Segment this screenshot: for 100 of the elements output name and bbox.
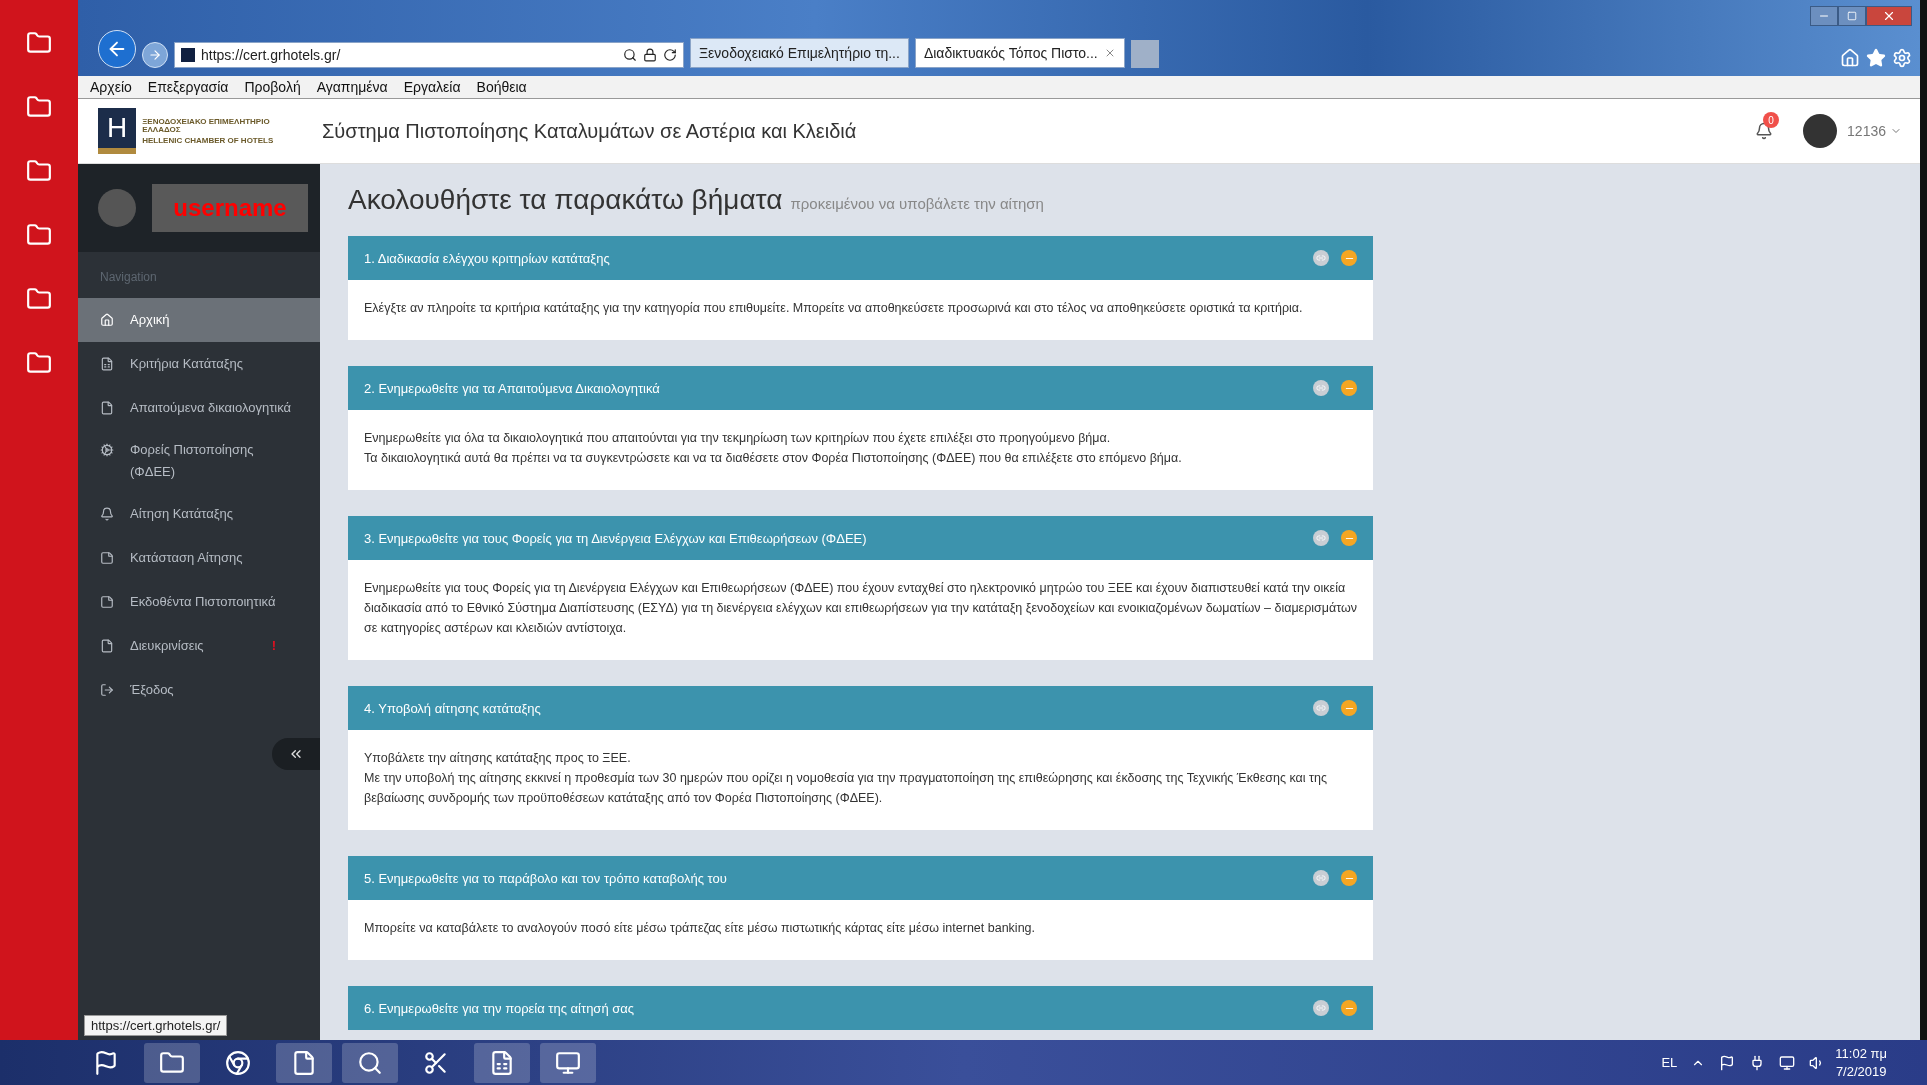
refresh-icon[interactable]	[663, 48, 677, 62]
maximize-button[interactable]	[1838, 6, 1866, 26]
user-menu[interactable]: 12136	[1847, 123, 1902, 139]
minus-icon[interactable]	[1341, 250, 1357, 266]
logo-text: ΞΕΝΟΔΟΧΕΙΑΚΟ ΕΠΙΜΕΛΗΤΗΡΙΟ ΕΛΛΑΔΟΣ	[142, 117, 271, 134]
link-icon[interactable]	[1313, 700, 1329, 716]
minus-icon[interactable]	[1341, 380, 1357, 396]
menu-item[interactable]: Αρχείο	[90, 79, 132, 95]
username-label: username	[152, 184, 308, 232]
notification-count: 0	[1763, 112, 1780, 128]
file-icon	[291, 1049, 317, 1076]
taskbar-button[interactable]	[474, 1042, 530, 1083]
maximize-icon	[1847, 11, 1857, 21]
new-tab-button[interactable]	[1130, 40, 1159, 68]
flag-icon	[93, 1049, 119, 1076]
close-button[interactable]	[1866, 6, 1912, 26]
nav-item[interactable]: Έξοδος	[78, 668, 320, 712]
browser-tab[interactable]: Ξενοδοχειακό Επιμελητήριο τη...	[690, 38, 909, 68]
panel-title: 6. Ενημερωθείτε για την πορεία της αίτησή σας	[364, 1000, 636, 1016]
browser-tab[interactable]: Διαδικτυακός Τόπος Πιστο...	[914, 38, 1125, 68]
browser-icon	[225, 1049, 251, 1076]
page-title: Ακολουθήστε τα παρακάτω βήματα	[348, 184, 783, 216]
home-icon[interactable]	[1840, 48, 1860, 68]
folder-icon	[159, 1049, 185, 1076]
search-icon[interactable]	[623, 48, 637, 62]
nav-item[interactable]: Απαιτούμενα δικαιολογητικά	[78, 386, 320, 430]
menu-item[interactable]: Αγαπημένα	[316, 79, 388, 95]
time-text: 11:02 πμ	[1835, 1044, 1887, 1063]
nav-item[interactable]: Διευκρινίσεις !	[78, 624, 320, 668]
logo-mark: H	[98, 108, 137, 154]
doodle-icon	[26, 222, 52, 248]
taskbar-button[interactable]	[276, 1042, 332, 1083]
settings-icon[interactable]	[1892, 48, 1912, 68]
scissors-icon	[423, 1049, 449, 1076]
minus-icon[interactable]	[1341, 700, 1357, 716]
minus-icon[interactable]	[1341, 870, 1357, 886]
panel-title: 2. Ενημερωθείτε για τα Απαιτούμενα Δικαιολογητικά	[364, 380, 661, 396]
link-icon[interactable]	[1313, 530, 1329, 546]
menu-item[interactable]: Εργαλεία	[403, 79, 461, 95]
forward-button[interactable]	[142, 42, 168, 68]
minus-icon[interactable]	[1341, 530, 1357, 546]
collapse-button[interactable]	[272, 738, 320, 770]
language-indicator[interactable]: EL	[1661, 1055, 1678, 1070]
flag-icon[interactable]	[1719, 1054, 1736, 1071]
nav-item[interactable]: Φορείς Πιστοποίησης (ΦΔΕΕ)	[78, 430, 320, 492]
panel-title: 3. Ενημερωθείτε για τους Φορείς για τη Διενέργεια Ελέγχων και Επιθεωρήσεων (ΦΔΕΕ)	[364, 530, 868, 546]
nav-item[interactable]: Κριτήρια Κατάταξης	[78, 342, 320, 386]
site-title: Σύστημα Πιστοποίησης Καταλυμάτων σε Αστέρια και Κλειδιά	[322, 119, 858, 143]
favicon-icon	[181, 48, 195, 62]
taskbar-button[interactable]	[540, 1042, 596, 1083]
nav-item[interactable]: Κατάσταση Αίτησης	[78, 536, 320, 580]
doodle-icon	[26, 158, 52, 184]
lock-icon	[643, 48, 657, 62]
panel-text: Ελέγξτε αν πληροίτε τα κριτήρια κατάταξης για την κατηγορία που επιθυμείτε. Μπορείτε να αποθηκεύσετε προσωρινά και στο τέλος να αποθηκεύσετε οριστικά τα κριτήρια.	[364, 300, 1304, 317]
link-icon[interactable]	[1313, 250, 1329, 266]
nav-icon	[100, 683, 114, 697]
star-icon[interactable]	[1866, 48, 1886, 68]
panel-title: 5. Ενημερωθείτε για το παράβολο και τον τρόπο καταβολής του	[364, 870, 728, 886]
nav-item[interactable]: Εκδοθέντα Πιστοποιητικά	[78, 580, 320, 624]
nav-item[interactable]: Αρχική	[78, 298, 320, 342]
link-icon[interactable]	[1313, 380, 1329, 396]
menu-item[interactable]: Προβολή	[244, 79, 301, 95]
back-button[interactable]	[98, 30, 136, 68]
arrow-right-icon	[148, 48, 162, 62]
nav-item[interactable]: Αίτηση Κατάταξης	[78, 492, 320, 536]
menu-item[interactable]: Επεξεργασία	[147, 79, 229, 95]
nav-icon	[100, 595, 114, 609]
minus-icon[interactable]	[1341, 1000, 1357, 1016]
search-icon	[357, 1049, 383, 1076]
address-bar[interactable]: https://cert.grhotels.gr/	[174, 42, 684, 68]
avatar	[98, 189, 136, 227]
panel-text: Υποβάλετε την αίτησης κατάταξης προς το ΞΕΕ.	[364, 750, 632, 767]
bell-icon[interactable]	[1755, 122, 1774, 140]
panel-title: 1. Διαδικασία ελέγχου κριτηρίων κατάταξης	[364, 250, 611, 266]
doodle-icon	[26, 350, 52, 376]
alert-mark: !	[271, 637, 276, 655]
clock[interactable]: 11:02 πμ 7/2/2019	[1835, 1044, 1887, 1081]
doodle-icon	[26, 30, 52, 56]
panel-text: Μπορείτε να καταβάλετε το αναλογούν ποσό είτε μέσω τράπεζας είτε μέσω πιστωτικής κάρτας είτε μέσω internet banking.	[364, 920, 1036, 937]
link-icon[interactable]	[1313, 870, 1329, 886]
panel-text: Με την υποβολή της αίτησης εκκινεί η προθεσμία των 30 ημερών που ορίζει η νομοθεσία για την πραγματοποίηση της επιθεώρησης και έκδοσης της Τεχνικής Έκθεσης και της βεβαίωσης συνδρομής των προϋποθέσεων κατάταξης από τον Φορέα Πιστοποίησης (ΦΔΕΕ).	[364, 770, 1328, 807]
nav-icon	[100, 639, 114, 653]
doodle-icon	[26, 286, 52, 312]
nav-icon	[100, 313, 114, 327]
doodle-icon	[26, 94, 52, 120]
network-icon[interactable]	[1779, 1054, 1796, 1071]
spreadsheet-icon	[489, 1049, 515, 1076]
panel-text: Ενημερωθείτε για όλα τα δικαιολογητικά που απαιτούνται για την τεκμηρίωση των κριτηρίων που έχετε επιλέξει στο προηγούμενο βήμα.	[364, 430, 1112, 447]
link-icon[interactable]	[1313, 1000, 1329, 1016]
date-text: 7/2/2019	[1835, 1062, 1887, 1081]
nav-icon	[100, 551, 114, 565]
menu-item[interactable]: Βοήθεια	[476, 79, 527, 95]
panel-title: 4. Υποβολή αίτησης κατάταξης	[364, 700, 542, 716]
folder-button[interactable]	[144, 1042, 200, 1083]
close-icon	[1882, 9, 1896, 23]
avatar	[1803, 114, 1838, 148]
taskbar-button[interactable]	[342, 1042, 398, 1083]
panel-text: Ενημερωθείτε για τους Φορείς για τη Διενέργεια Ελέγχων και Επιθεωρήσεων (ΦΔΕΕ) που έχουν ενταχθεί στο ηλεκτρονικό μητρώο του ΞΕΕ και έχουν διαπιστευθεί κατά την οικεία διαδικασία από το Εθνικό Σύστημα Διαπίστευσης (ΕΣΥΔ) για τη διενέργεια ελέγχων και επιθεωρήσεων για την κατάταξη ξενοδοχείων και ενοικιαζομένων δωματίων – διαμερισμάτων σε κατηγορίες αστέρων και κλειδιών αντίστοιχα.	[364, 580, 1357, 637]
minimize-button[interactable]	[1810, 6, 1838, 26]
nav-icon	[100, 443, 114, 457]
